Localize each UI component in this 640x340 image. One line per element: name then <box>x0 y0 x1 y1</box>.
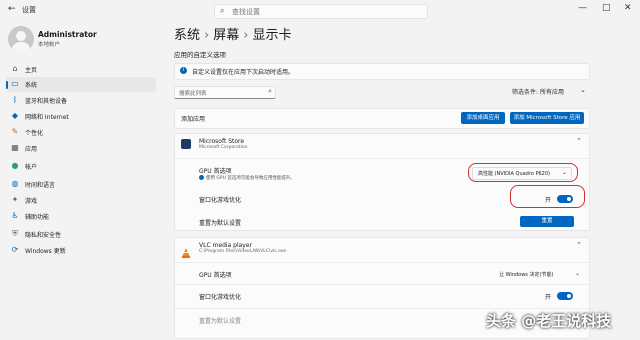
avatar[interactable] <box>8 26 34 52</box>
sidebar-item-label: 隐私和安全性 <box>25 232 62 239</box>
search-icon: ⌕ <box>268 87 272 95</box>
sidebar-item[interactable]: ▦ 应用 <box>6 141 156 156</box>
sidebar-item[interactable]: ⌂ 主页 <box>6 62 156 77</box>
breadcrumb-separator: › <box>204 28 210 43</box>
minimize-button[interactable]: — <box>578 3 587 13</box>
sidebar-item-label: 时间和语言 <box>25 182 56 189</box>
user-account-type: 本地帐户 <box>38 42 61 48</box>
home-icon: ⌂ <box>12 64 18 73</box>
monitor-icon: ▭ <box>11 79 19 88</box>
search-icon: ⌕ <box>220 6 225 15</box>
add-store-app-button[interactable]: 添加 Microsoft Store 应用 <box>510 112 584 124</box>
sidebar-item[interactable]: ⟳ Windows 更新 <box>6 243 156 258</box>
app-list-search-input[interactable]: 搜索此列表 ⌕ <box>174 86 276 99</box>
app-publisher: Microsoft Corporation <box>199 145 248 150</box>
gamepad-icon: ✦ <box>11 195 19 204</box>
section-title: 应用的自定义选项 <box>174 51 226 59</box>
filter-select[interactable]: 所有应用 <box>540 87 564 96</box>
shield-icon: ⛨ <box>12 229 18 238</box>
breadcrumb-separator: › <box>243 28 249 43</box>
sidebar-item[interactable]: ♿ 辅助功能 <box>6 209 156 224</box>
highlight-ring <box>510 185 585 208</box>
windowed-optimization-toggle[interactable] <box>557 292 573 300</box>
sidebar-item[interactable]: ⛨ 隐私和安全性 <box>6 227 156 242</box>
settings-search-input[interactable]: ⌕ 查找设置 <box>214 4 428 19</box>
store-icon <box>181 139 191 149</box>
sidebar-item[interactable]: ᛒ 蓝牙和其他设备 <box>6 93 156 108</box>
add-app-label: 添加应用 <box>181 116 206 123</box>
sidebar-item[interactable]: ✦ 游戏 <box>6 193 156 208</box>
gpu-preference-label: GPU 首选项 <box>199 168 232 175</box>
add-desktop-app-button[interactable]: 添加桌面应用 <box>461 112 505 124</box>
chevron-down-icon: ⌄ <box>574 270 580 277</box>
gpu-preference-label: GPU 首选项 <box>199 272 232 279</box>
update-icon: ⟳ <box>11 245 19 254</box>
reset-default-label: 重置为默认设置 <box>199 318 242 325</box>
sidebar-item-label: 系统 <box>25 82 38 89</box>
chevron-up-icon[interactable]: ⌃ <box>576 137 582 145</box>
account-icon: ● <box>11 161 19 170</box>
back-arrow-icon[interactable]: ← <box>8 4 16 14</box>
brush-icon: ✎ <box>11 127 19 136</box>
chevron-down-icon[interactable]: ⌄ <box>580 86 586 94</box>
sidebar-item-label: 主页 <box>25 67 38 74</box>
app-list-search-placeholder: 搜索此列表 <box>179 91 207 97</box>
sidebar-item-label: 网络和 Internet <box>25 114 69 121</box>
windowed-optimization-label: 窗口化游戏优化 <box>199 294 242 301</box>
sidebar-item-label: 辅助功能 <box>25 214 50 221</box>
app-path: C:\Program Files\VideoLAN\VLC\vlc.exe <box>199 249 287 254</box>
vlc-cone-icon <box>181 243 191 258</box>
info-banner: i 自定义设置仅在应用下次启动时适用。 <box>174 63 590 80</box>
gpu-preference-dropdown[interactable]: 让 Windows 决定(节能) ⌄ <box>493 268 585 281</box>
user-name: Administrator <box>38 30 97 39</box>
breadcrumb: 系统 › 屏幕 › 显示卡 <box>174 24 291 43</box>
gpu-note: 使用 GPU 首选项可能会导致应用性能提升。 <box>206 176 295 181</box>
bluetooth-icon: ᛒ <box>12 95 18 104</box>
sidebar-item-label: 应用 <box>25 146 38 153</box>
reset-default-label: 重置为默认设置 <box>199 220 242 227</box>
info-text: 自定义设置仅在应用下次启动时适用。 <box>192 69 295 76</box>
sidebar-item[interactable]: ● 帐户 <box>6 159 156 174</box>
app-name: VLC media player <box>199 242 253 249</box>
accessibility-icon: ♿ <box>11 211 19 220</box>
close-button[interactable]: ✕ <box>624 3 632 13</box>
add-app-card: 添加应用 添加桌面应用 添加 Microsoft Store 应用 <box>174 108 590 129</box>
highlight-ring <box>468 163 578 182</box>
app-card-microsoft-store: Microsoft Store Microsoft Corporation ⌃ … <box>174 133 590 231</box>
sidebar-item-label: 个性化 <box>25 130 44 137</box>
sidebar-item-label: Windows 更新 <box>25 248 66 255</box>
sidebar-item[interactable]: ▭ 系统 <box>6 77 156 92</box>
apps-icon: ▦ <box>11 143 19 152</box>
watermark: 头条 @老王说科技 <box>486 312 612 330</box>
maximize-button[interactable]: □ <box>602 3 611 13</box>
breadcrumb-display[interactable]: 屏幕 <box>213 28 239 43</box>
sidebar-item[interactable]: ✎ 个性化 <box>6 125 156 140</box>
toggle-state: 开 <box>545 294 552 301</box>
sidebar-item-label: 帐户 <box>25 164 38 171</box>
page-title: 显示卡 <box>252 28 292 43</box>
chevron-up-icon[interactable]: ⌃ <box>576 241 582 249</box>
windowed-optimization-label: 窗口化游戏优化 <box>199 197 242 204</box>
wifi-icon: ◆ <box>11 111 19 120</box>
reset-button[interactable]: 重置 <box>520 216 574 227</box>
info-icon <box>199 175 204 180</box>
app-title: 设置 <box>22 6 36 14</box>
globe-icon: ◍ <box>11 179 19 188</box>
filter-label: 筛选条件: <box>512 89 539 96</box>
search-placeholder: 查找设置 <box>232 8 260 16</box>
gpu-preference-value: 让 Windows 决定(节能) <box>499 272 554 278</box>
info-icon: i <box>180 67 187 74</box>
sidebar-item-label: 游戏 <box>25 198 38 205</box>
app-name: Microsoft Store <box>199 138 245 145</box>
sidebar-item[interactable]: ◆ 网络和 Internet <box>6 109 156 124</box>
sidebar-item[interactable]: ◍ 时间和语言 <box>6 177 156 192</box>
sidebar-item-label: 蓝牙和其他设备 <box>25 98 68 105</box>
breadcrumb-system[interactable]: 系统 <box>174 28 200 43</box>
